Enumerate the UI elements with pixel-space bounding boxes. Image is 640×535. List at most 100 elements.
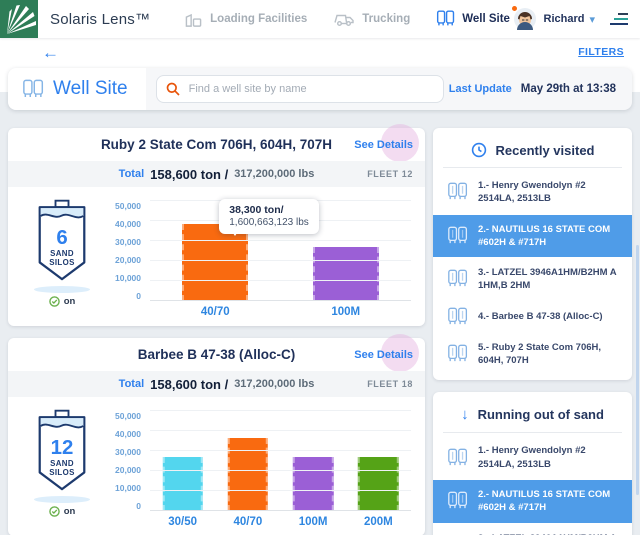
total-lbs: 317,200,000 lbs [234, 378, 315, 390]
back-arrow-icon[interactable]: ← [42, 44, 59, 61]
chart-bar-200M[interactable] [358, 457, 399, 511]
silos-icon [448, 182, 468, 200]
well-site-toolbar: Well Site Last Update May 29th at 13:38 [8, 68, 632, 110]
list-item-text: 3.- LATZEL 3946A1HM/B2HM A 1HM,B 2HM [478, 267, 617, 292]
filters-link[interactable]: FILTERS [578, 46, 624, 58]
svg-text:SILOS: SILOS [49, 468, 75, 477]
app-header: Solaris Lens™ Loading Facilities Truckin… [0, 0, 640, 38]
silo-graphic: 6 SAND SILOS [38, 199, 86, 281]
well-site-list-item[interactable]: 1.- Henry Gwendolyn #2 2514LA, 2513LB [443, 437, 622, 478]
chart-bar-30/50[interactable] [162, 457, 203, 511]
chart-bar-40/70[interactable] [227, 438, 269, 511]
recently-visited-list: 1.- Henry Gwendolyn #2 2514LA, 2513LB 2.-… [433, 172, 632, 375]
card-title: Barbee B 47-38 (Alloc-C) [137, 347, 296, 362]
total-strip: Total 158,600 ton / 317,200,000 lbs FLEE… [8, 161, 425, 187]
total-lbs: 317,200,000 lbs [234, 168, 315, 180]
panel-title: Running out of sand [477, 407, 604, 423]
silos-icon [448, 448, 468, 465]
nav-well-site[interactable]: Well Site [436, 10, 510, 28]
y-axis-tick: 40,000 [115, 429, 141, 439]
gridline [150, 260, 411, 261]
well-site-list-item[interactable]: 5.- Ruby 2 State Com 706H, 604H, 707H [443, 334, 622, 375]
running-out-of-sand-panel: ↓ Running out of sand 1.- Henry Gwendoly… [433, 392, 632, 535]
x-axis-label: 30/50 [168, 516, 198, 528]
chart-bar-100M[interactable] [292, 457, 334, 511]
gridline [150, 280, 411, 281]
scrollbar[interactable] [636, 245, 639, 495]
search-box[interactable] [155, 75, 444, 103]
nav-label: Trucking [362, 13, 411, 25]
x-axis-label: 200M [363, 516, 393, 528]
well-site-list-item[interactable]: 2.- NAUTILUS 16 STATE COM #602H & #717H [433, 214, 632, 258]
see-details-link[interactable]: See Details [354, 139, 413, 151]
list-item-text: 5.- Ruby 2 State Com 706H, 604H, 707H [478, 341, 602, 367]
silo-shadow [34, 496, 90, 503]
well-site-list-item[interactable]: 4.- Barbee B 47-38 (Alloc-C) [443, 300, 622, 334]
silo-count: 12 [51, 437, 74, 459]
x-axis: 40/70 100M [150, 306, 411, 318]
well-site-list-item[interactable]: 3.- LATZEL 3946A1HM/B2HM A 1HM,B 2HM [443, 259, 622, 300]
sand-inventory-chart: 50,000 40,000 30,000 20,000 10,000 0 38,300 t… [108, 195, 411, 318]
nav-trucking[interactable]: Trucking [333, 11, 410, 27]
fleet-badge: FLEET 18 [367, 379, 413, 389]
card-title: Ruby 2 State Com 706H, 604H, 707H [100, 137, 333, 152]
chart-plot: 38,300 ton/1,600,663,123 lbs [150, 199, 411, 301]
see-details-link[interactable]: See Details [354, 349, 413, 361]
well-site-card-ruby: Ruby 2 State Com 706H, 604H, 707H See De… [8, 124, 425, 326]
avatar[interactable] [510, 5, 537, 31]
silo-illustration: 12 SAND SILOS on [16, 405, 108, 528]
well-site-list-item[interactable]: 3.- LATZEL 3946A1HM/B2HM A 1HM,B 2HM [443, 525, 622, 535]
x-axis-label: 100M [298, 516, 328, 528]
brand-name: Solaris Lens™ [50, 10, 151, 28]
sub-header: ← FILTERS [0, 38, 640, 66]
gridline [150, 240, 411, 241]
svg-text:SAND: SAND [50, 249, 74, 258]
last-update: Last Update May 29th at 13:38 [449, 83, 632, 95]
status-badge: on [48, 296, 76, 307]
menu-icon[interactable] [610, 12, 628, 26]
silos-icon [448, 226, 468, 244]
user-name[interactable]: Richard [544, 13, 585, 25]
search-icon [166, 82, 180, 96]
svg-text:SAND: SAND [50, 459, 74, 468]
user-menu: Richard ▾ [510, 5, 640, 31]
y-axis-tick: 50,000 [115, 201, 141, 211]
page-title: Well Site [53, 78, 128, 99]
check-circle-icon [48, 296, 60, 307]
starburst-icon [0, 0, 38, 38]
chart-bar-100M[interactable] [312, 247, 379, 301]
silos-icon [448, 491, 468, 509]
list-item-text: 3.- LATZEL 3946A1HM/B2HM A 1HM,B 2HM [478, 532, 618, 535]
y-axis-tick: 20,000 [115, 465, 141, 475]
total-ton: 158,600 ton / [150, 166, 229, 182]
notification-dot [510, 5, 518, 12]
search-input[interactable] [186, 82, 434, 96]
svg-text:SILOS: SILOS [49, 258, 75, 267]
gridline [150, 300, 411, 301]
toolbar-title-section: Well Site [8, 68, 146, 110]
x-axis-label: 40/70 [200, 306, 230, 318]
silos-icon [448, 307, 468, 324]
status-text: on [63, 296, 76, 307]
y-axis-tick: 20,000 [115, 255, 141, 265]
clock-icon [471, 142, 486, 158]
list-item-text: 2.- NAUTILUS 16 STATE COM #602H & #717H [478, 488, 611, 514]
panel-title: Recently visited [495, 142, 595, 158]
last-update-value: May 29th at 13:38 [520, 83, 616, 95]
list-item-text: 2.- NAUTILUS 16 STATE COM #602H & #717H [478, 223, 611, 248]
y-axis-tick: 0 [136, 291, 141, 301]
list-item-text: 1.- Henry Gwendolyn #2 2514LA, 2513LB [478, 180, 586, 205]
nav-loading-facilities[interactable]: Loading Facilities [184, 11, 307, 28]
well-site-list-item[interactable]: 1.- Henry Gwendolyn #2 2514LA, 2513LB [443, 172, 622, 213]
chevron-down-icon[interactable]: ▾ [589, 13, 595, 26]
sand-inventory-chart: 50,000 40,000 30,000 20,000 10,000 0 30/50 40/… [108, 405, 411, 528]
toolbar-band: Well Site Last Update May 29th at 13:38 [0, 66, 640, 120]
y-axis-tick: 0 [136, 501, 141, 511]
x-axis-label: 100M [331, 306, 361, 318]
y-axis-tick: 10,000 [115, 483, 141, 493]
well-site-list-item[interactable]: 2.- NAUTILUS 16 STATE COM #602H & #717H [433, 479, 632, 523]
chart-plot [150, 410, 411, 511]
list-item-text: 4.- Barbee B 47-38 (Alloc-C) [478, 311, 603, 323]
solaris-logo[interactable] [0, 0, 38, 38]
y-axis: 50,000 40,000 30,000 20,000 10,000 0 [108, 411, 150, 511]
